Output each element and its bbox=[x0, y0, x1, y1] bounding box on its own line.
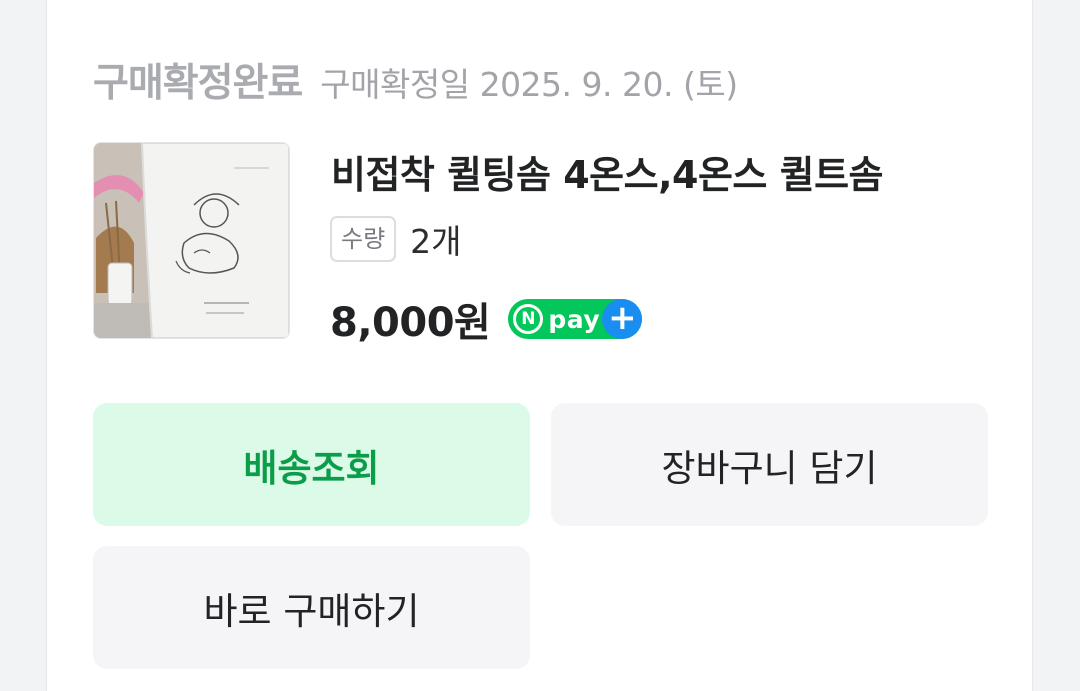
product-photo-icon bbox=[94, 143, 289, 338]
npay-plus-badge: N pay + bbox=[508, 299, 643, 339]
product-thumbnail[interactable] bbox=[93, 142, 290, 339]
npay-label: pay bbox=[548, 304, 601, 334]
order-status-row: 구매확정완료 구매확정일 2025. 9. 20. (토) bbox=[93, 52, 738, 108]
quantity-tag: 수량 bbox=[330, 216, 397, 262]
product-price: 8,000원 bbox=[330, 300, 491, 346]
add-to-cart-button[interactable]: 장바구니 담기 bbox=[551, 403, 988, 526]
price-row: 8,000원 N pay + bbox=[330, 290, 643, 348]
npay-n-icon: N bbox=[513, 304, 544, 334]
plus-icon: + bbox=[602, 299, 643, 339]
track-delivery-button[interactable]: 배송조회 bbox=[93, 403, 530, 526]
buy-now-button[interactable]: 바로 구매하기 bbox=[93, 546, 530, 669]
quantity-row: 수량 2개 bbox=[330, 215, 462, 263]
order-card: 구매확정완료 구매확정일 2025. 9. 20. (토) 비접착 퀼팅솜 4온… bbox=[46, 0, 1033, 691]
product-name[interactable]: 비접착 퀼팅솜 4온스,4온스 퀼트솜 bbox=[331, 144, 884, 199]
order-status-title: 구매확정완료 bbox=[93, 61, 303, 106]
purchase-confirm-date: 구매확정일 2025. 9. 20. (토) bbox=[320, 65, 738, 104]
quantity-value: 2개 bbox=[410, 222, 462, 261]
